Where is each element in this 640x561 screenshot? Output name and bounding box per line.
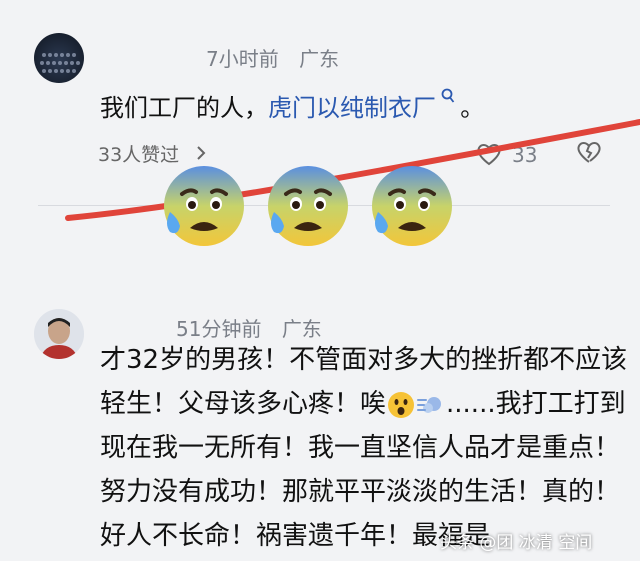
heart-icon[interactable] [476, 142, 502, 170]
comment-card-2: 51分钟前 广东 才32岁的男孩！不管面对多大的挫折都不应该轻生！父母该多心疼！… [0, 290, 640, 561]
search-icon[interactable] [436, 88, 460, 108]
comment-text: 我们工厂的人，虎门以纯制衣厂 。 [100, 88, 484, 123]
avatar[interactable] [34, 33, 84, 83]
anxious-sweat-face-icon [368, 162, 456, 250]
watermark: 头条 @团 冰清 空间 [440, 528, 592, 553]
anxious-sweat-face-icon [160, 162, 248, 250]
comment-text-before: 我们工厂的人， [100, 94, 268, 122]
comment-time: 7小时前 [206, 47, 279, 71]
search-link[interactable]: 虎门以纯制衣厂 [268, 94, 436, 122]
comment-text-after: 。 [460, 94, 485, 122]
surprised-face-icon [386, 390, 416, 420]
like-count: 33 [512, 143, 538, 167]
watermark-text: 头条 @团 冰清 空间 [440, 533, 593, 553]
comment-location: 广东 [299, 47, 340, 71]
comment-meta: 7小时前 广东 [206, 43, 353, 72]
emoji-row [160, 160, 460, 250]
broken-heart-icon[interactable] [576, 140, 602, 168]
avatar[interactable] [34, 309, 84, 359]
anxious-sweat-face-icon [264, 162, 352, 250]
comment-text: 才32岁的男孩！不管面对多大的挫折都不应该轻生！父母该多心疼！唉 ......我… [100, 338, 630, 558]
comment-card-1: 7小时前 广东 我们工厂的人，虎门以纯制衣厂 。 33人赞过 33 [0, 0, 640, 282]
dash-wind-icon [416, 390, 446, 420]
